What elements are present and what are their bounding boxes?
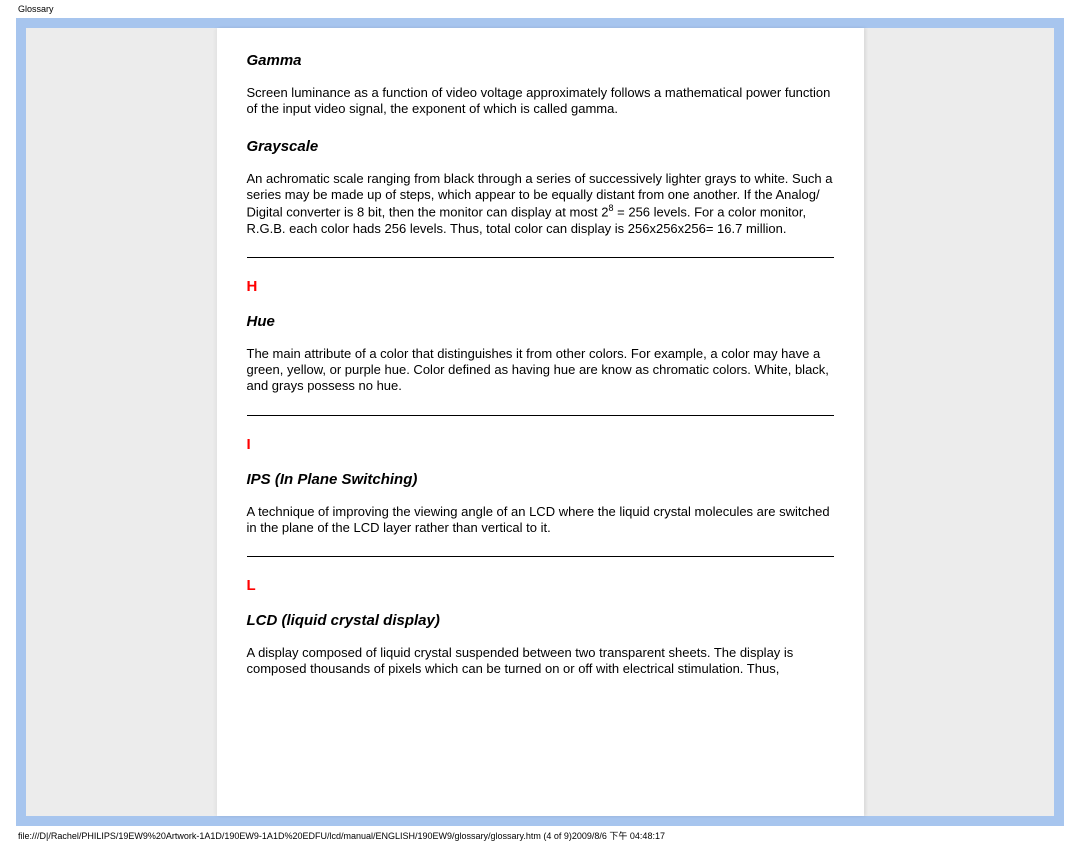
ips-body: A technique of improving the viewing ang… — [247, 504, 834, 537]
grayscale-title: Grayscale — [247, 138, 834, 155]
footer-file-path: file:///D|/Rachel/PHILIPS/19EW9%20Artwor… — [18, 829, 665, 842]
lcd-title: LCD (liquid crystal display) — [247, 612, 834, 629]
outer-frame: Gamma Screen luminance as a function of … — [16, 18, 1064, 826]
divider — [247, 257, 834, 258]
grayscale-body: An achromatic scale ranging from black t… — [247, 171, 834, 237]
gamma-title: Gamma — [247, 52, 834, 69]
divider — [247, 415, 834, 416]
letter-l: L — [247, 577, 834, 594]
hue-body: The main attribute of a color that disti… — [247, 346, 834, 395]
content-page: Gamma Screen luminance as a function of … — [217, 28, 864, 816]
lcd-body: A display composed of liquid crystal sus… — [247, 645, 834, 678]
page-header-label: Glossary — [18, 4, 54, 14]
gamma-body: Screen luminance as a function of video … — [247, 85, 834, 118]
letter-i: I — [247, 436, 834, 453]
letter-h: H — [247, 278, 834, 295]
divider — [247, 556, 834, 557]
gray-background: Gamma Screen luminance as a function of … — [26, 28, 1054, 816]
ips-title: IPS (In Plane Switching) — [247, 471, 834, 488]
hue-title: Hue — [247, 313, 834, 330]
